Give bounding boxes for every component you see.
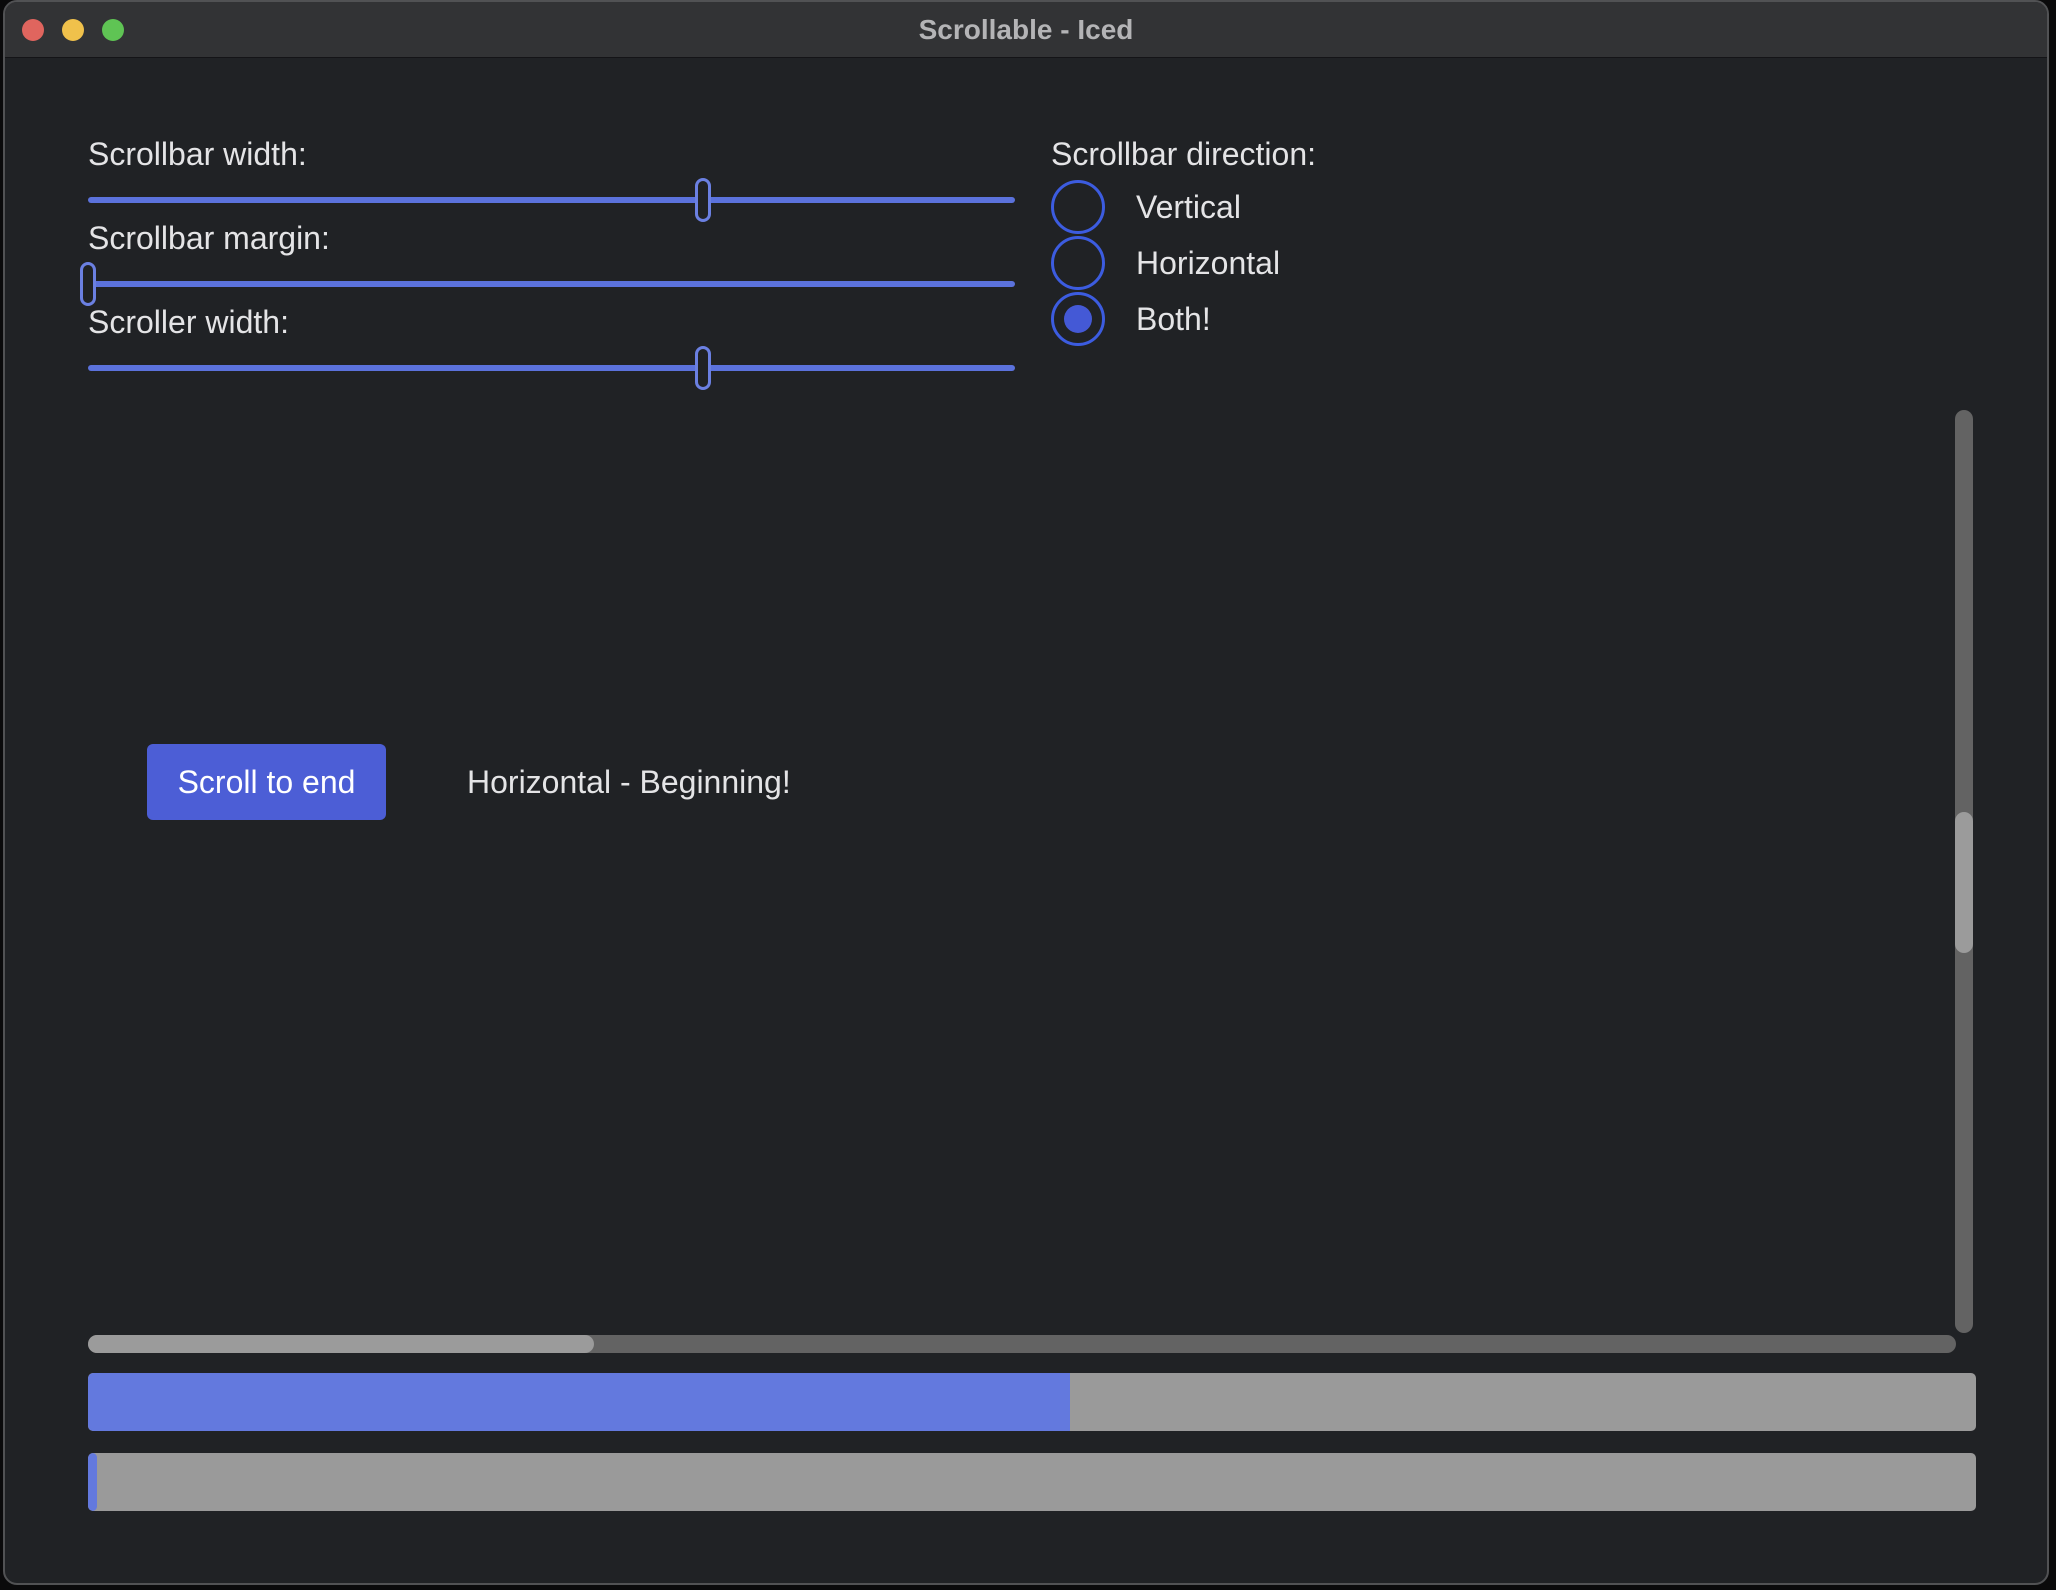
scroll-status-text: Horizontal - Beginning! <box>467 744 791 820</box>
scrollbar-margin-slider[interactable] <box>88 262 1015 306</box>
titlebar[interactable]: Scrollable - Iced <box>5 2 2047 58</box>
radio-option-both[interactable]: Both! <box>1051 291 1211 347</box>
scroller-width-label: Scroller width: <box>88 304 289 341</box>
radio-label: Horizontal <box>1136 245 1280 282</box>
progress-fill <box>88 1453 97 1511</box>
horizontal-progress-bar <box>88 1453 1976 1511</box>
vertical-scrollbar-thumb[interactable] <box>1955 812 1973 952</box>
slider-rail <box>88 365 1015 371</box>
slider-rail <box>88 197 1015 203</box>
progress-fill <box>88 1373 1070 1431</box>
vertical-progress-bar <box>88 1373 1976 1431</box>
radio-button-icon <box>1051 236 1105 290</box>
window-title: Scrollable - Iced <box>5 14 2047 46</box>
radio-label: Vertical <box>1136 189 1241 226</box>
radio-button-icon <box>1051 292 1105 346</box>
scroller-width-slider[interactable] <box>88 346 1015 390</box>
scroll-to-end-button[interactable]: Scroll to end <box>147 744 386 820</box>
slider-handle[interactable] <box>695 178 711 222</box>
slider-rail <box>88 281 1015 287</box>
scrollbar-direction-label: Scrollbar direction: <box>1051 136 1316 173</box>
scrollbar-width-label: Scrollbar width: <box>88 136 307 173</box>
scrollbar-width-slider[interactable] <box>88 178 1015 222</box>
radio-label: Both! <box>1136 301 1211 338</box>
desktop-background: Scrollable - Iced Scrollbar width: Scrol… <box>0 0 2056 1590</box>
horizontal-scrollbar-thumb[interactable] <box>88 1335 594 1353</box>
slider-handle[interactable] <box>695 346 711 390</box>
app-window: Scrollable - Iced Scrollbar width: Scrol… <box>3 0 2049 1585</box>
horizontal-scrollbar-track[interactable] <box>88 1335 1956 1353</box>
radio-option-horizontal[interactable]: Horizontal <box>1051 235 1280 291</box>
radio-button-icon <box>1051 180 1105 234</box>
radio-dot-icon <box>1064 305 1092 333</box>
slider-handle[interactable] <box>80 262 96 306</box>
scrollbar-margin-label: Scrollbar margin: <box>88 220 330 257</box>
radio-option-vertical[interactable]: Vertical <box>1051 179 1241 235</box>
vertical-scrollbar-track[interactable] <box>1955 410 1973 1333</box>
